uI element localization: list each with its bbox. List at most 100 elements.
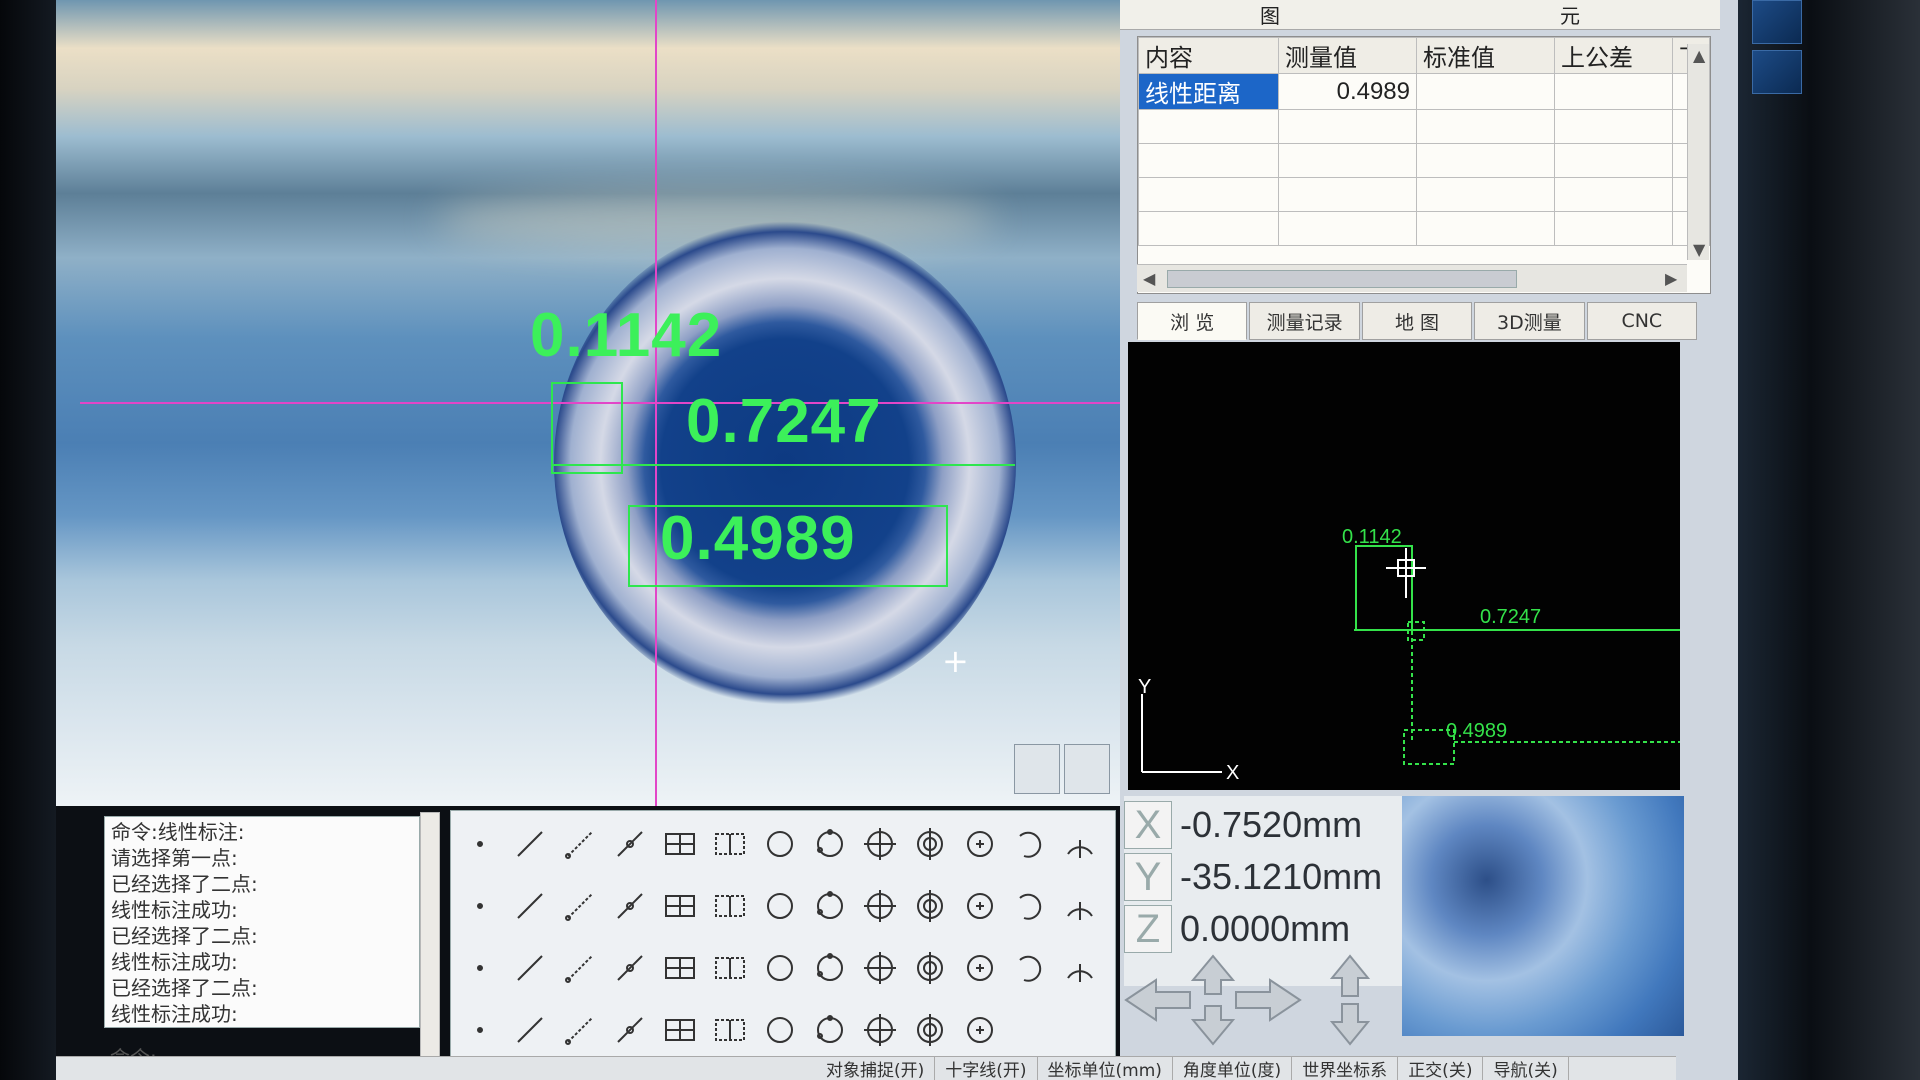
camera-view[interactable]: 0.1142 0.7247 0.4989 + <box>56 0 1120 806</box>
scroll-left-icon[interactable]: ◀ <box>1143 269 1155 288</box>
table-row[interactable] <box>1138 143 1710 178</box>
point-icon[interactable] <box>459 823 501 865</box>
text-icon[interactable] <box>959 947 1001 989</box>
circle-center-icon[interactable] <box>959 823 1001 865</box>
tab-cnc[interactable]: CNC <box>1586 302 1698 340</box>
table-row[interactable]: 线性距离 0.4989 <box>1138 73 1710 110</box>
freeform-icon[interactable] <box>759 885 801 927</box>
arc-3pt-icon[interactable] <box>1059 823 1101 865</box>
status-item[interactable]: 角度单位(度) <box>1173 1056 1293 1080</box>
line-2pt-icon[interactable] <box>559 823 601 865</box>
ellipse-2-icon[interactable] <box>559 885 601 927</box>
table-row[interactable] <box>1138 109 1710 144</box>
status-item[interactable]: 世界坐标系 <box>1292 1056 1399 1080</box>
log-line: 命令:线性标注: <box>111 820 245 844</box>
coordinate-icon[interactable] <box>1009 947 1051 989</box>
cross-icon[interactable] <box>1009 885 1051 927</box>
grid-table-icon[interactable] <box>659 823 701 865</box>
undo-icon[interactable] <box>909 1009 951 1051</box>
circle-line-icon[interactable] <box>709 947 751 989</box>
command-log: 命令:线性标注: 请选择第一点: 已经选择了二点: 线性标注成功: 已经选择了二… <box>104 816 420 1028</box>
scroll-right-icon[interactable]: ▶ <box>1665 269 1677 288</box>
angle-icon[interactable] <box>609 947 651 989</box>
distance-icon[interactable] <box>959 1009 1001 1051</box>
ellipse-icon[interactable] <box>509 885 551 927</box>
diagonal-dim-icon[interactable] <box>909 947 951 989</box>
scroll-up-icon[interactable]: ▲ <box>1693 46 1705 65</box>
minimap-view[interactable] <box>1402 796 1684 1036</box>
radius-dim-icon[interactable] <box>559 1009 601 1051</box>
tab-3d[interactable]: 3D测量 <box>1474 302 1585 340</box>
bisect-icon[interactable] <box>959 885 1001 927</box>
status-item[interactable]: 导航(关) <box>1483 1056 1569 1080</box>
app-icon[interactable] <box>1752 0 1802 44</box>
navigation-view[interactable]: 0.1142 0.7247 0.4989 Y X <box>1128 342 1680 790</box>
y-axis-icon[interactable]: Y <box>1124 853 1172 901</box>
col-header-upper-tol[interactable]: 上公差 <box>1554 37 1673 74</box>
col-header-measured[interactable]: 测量值 <box>1278 37 1417 74</box>
measurement-table[interactable]: 内容 测量值 标准值 上公差 下 线性距离 0.4989 <box>1137 36 1711 294</box>
intersect-icon[interactable] <box>909 885 951 927</box>
camera-settings-button[interactable] <box>1064 744 1110 794</box>
table-horizontal-scrollbar[interactable]: ◀ ▶ <box>1137 264 1687 292</box>
pair-dim-icon[interactable] <box>609 1009 651 1051</box>
cell-standard[interactable] <box>1416 73 1555 110</box>
diameter-icon[interactable] <box>1059 885 1101 927</box>
col-header-content[interactable]: 内容 <box>1138 37 1279 74</box>
line-icon[interactable] <box>509 823 551 865</box>
x-axis-icon[interactable]: X <box>1124 801 1172 849</box>
status-item[interactable]: 坐标单位(mm) <box>1038 1056 1173 1080</box>
circle-split-icon[interactable] <box>759 947 801 989</box>
status-item[interactable]: 对象捕捉(开) <box>816 1056 936 1080</box>
camera-capture-button[interactable] <box>1014 744 1060 794</box>
perpendicular-icon[interactable] <box>809 885 851 927</box>
h-dim-icon[interactable] <box>1059 947 1101 989</box>
horizontal-dim-icon[interactable] <box>859 947 901 989</box>
tab-map[interactable]: 地 图 <box>1361 302 1473 340</box>
col-header-standard[interactable]: 标准值 <box>1416 37 1555 74</box>
tab-browse[interactable]: 浏 览 <box>1137 302 1248 340</box>
line-perp-icon[interactable] <box>609 823 651 865</box>
move-left-icon <box>1124 978 1191 1022</box>
mirror-icon[interactable] <box>859 1009 901 1051</box>
scroll-down-icon[interactable]: ▼ <box>1693 240 1705 259</box>
move-icon[interactable] <box>809 1009 851 1051</box>
table-vertical-scrollbar[interactable]: ▲ ▼ <box>1687 44 1709 260</box>
cell-content[interactable]: 线性距离 <box>1138 73 1279 110</box>
trim-icon[interactable] <box>759 1009 801 1051</box>
circle-target-icon[interactable] <box>859 823 901 865</box>
table-row[interactable] <box>1138 177 1710 212</box>
sphere-icon[interactable] <box>609 885 651 927</box>
taskbar-icons[interactable] <box>1752 0 1808 100</box>
cylinder-icon[interactable] <box>559 947 601 989</box>
tab-records[interactable]: 测量记录 <box>1249 302 1360 340</box>
z-axis-icon[interactable]: Z <box>1124 905 1172 953</box>
scroll-thumb[interactable] <box>1167 270 1517 288</box>
parallel-icon[interactable] <box>859 885 901 927</box>
stage-move-controls[interactable] <box>1120 950 1410 1050</box>
status-item[interactable]: 十字线(开) <box>935 1056 1038 1080</box>
command-log-scrollbar[interactable] <box>420 812 440 1064</box>
status-item[interactable]: 正交(关) <box>1398 1056 1484 1080</box>
curve-icon[interactable] <box>709 885 751 927</box>
sphere-2-icon[interactable] <box>659 885 701 927</box>
select-rect-icon[interactable] <box>709 1009 751 1051</box>
arc-radius-icon[interactable] <box>459 885 501 927</box>
cell-measured[interactable]: 0.4989 <box>1278 73 1417 110</box>
cone-icon[interactable] <box>509 947 551 989</box>
app-icon[interactable] <box>1752 50 1802 94</box>
circle-pair-icon[interactable] <box>459 947 501 989</box>
table-row[interactable] <box>1138 211 1710 246</box>
grid-select-icon[interactable] <box>709 823 751 865</box>
circle-icon[interactable] <box>759 823 801 865</box>
circle-cross-icon[interactable] <box>909 823 951 865</box>
point-dim-icon[interactable] <box>509 1009 551 1051</box>
v-dim-icon[interactable] <box>459 1009 501 1051</box>
measurement-box-1 <box>551 382 623 474</box>
circle-3pt-icon[interactable] <box>809 823 851 865</box>
angle-measure-icon[interactable] <box>809 947 851 989</box>
arc-icon[interactable] <box>1009 823 1051 865</box>
copy-icon[interactable] <box>659 1009 701 1051</box>
lines-icon[interactable] <box>659 947 701 989</box>
cell-upper-tol[interactable] <box>1554 73 1673 110</box>
